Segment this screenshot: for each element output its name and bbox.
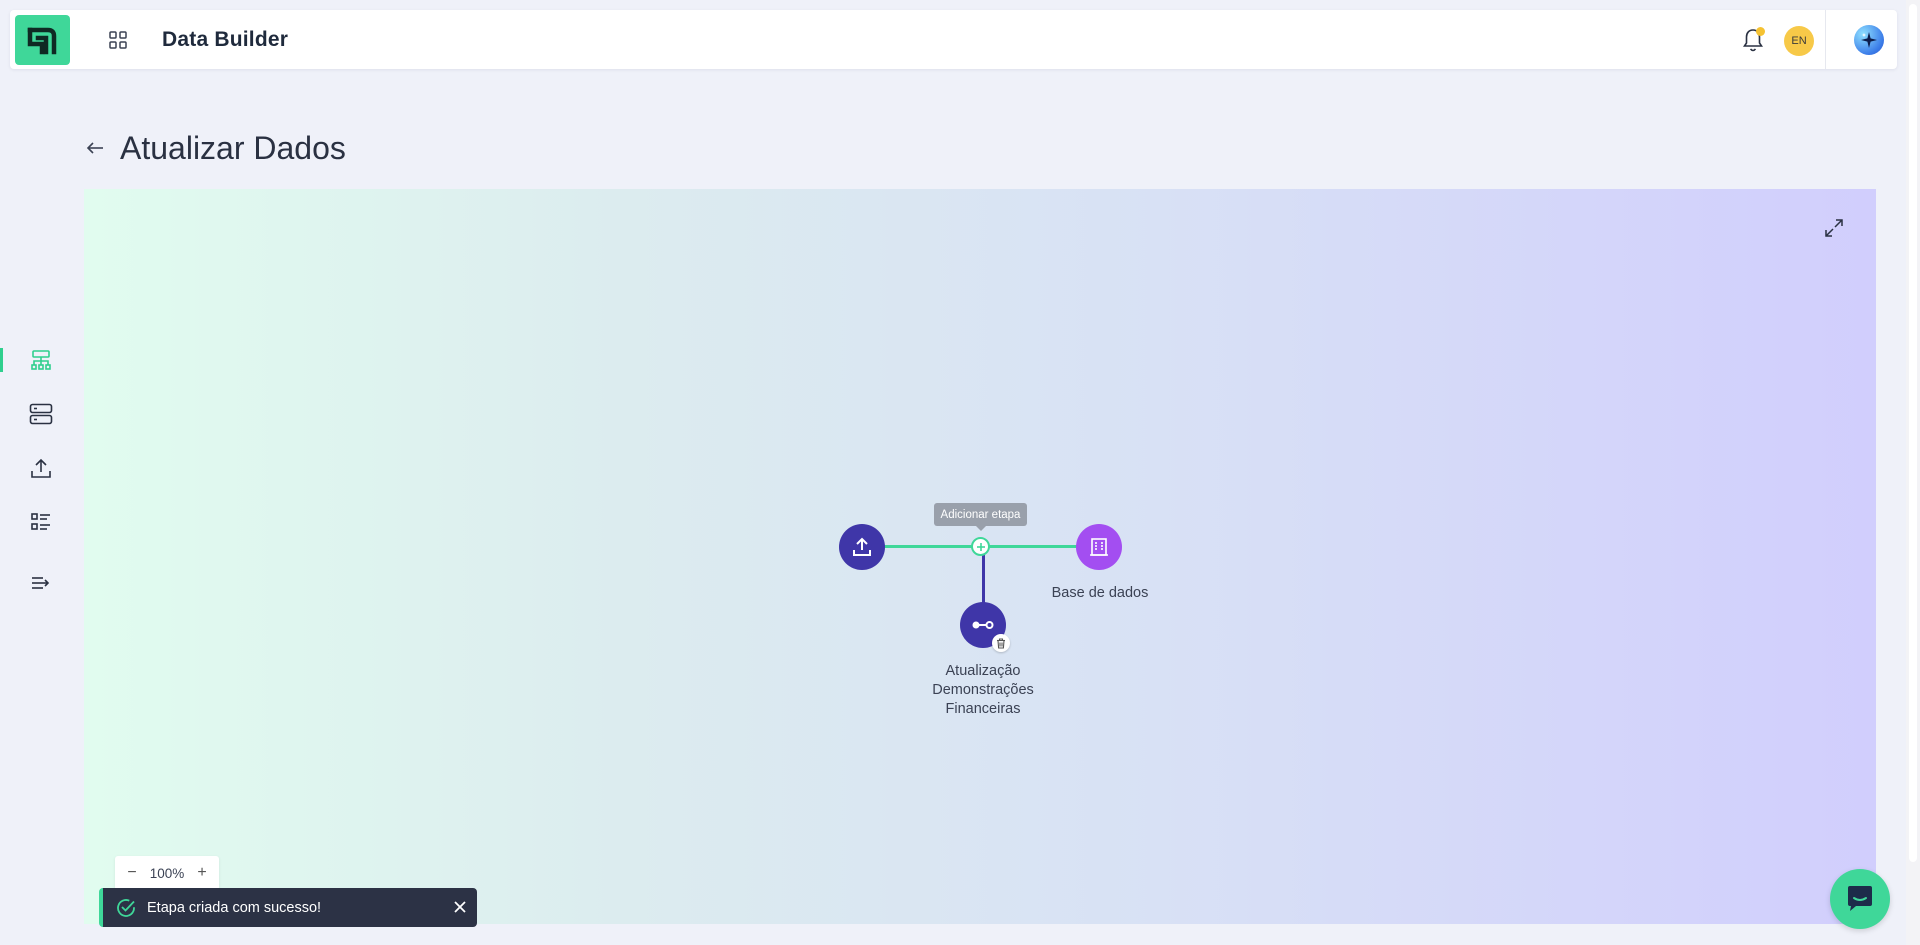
flow-edge-branch [982, 547, 985, 607]
flow-node-source[interactable] [839, 524, 885, 570]
checklist-icon[interactable] [26, 507, 56, 537]
toast-message: Etapa criada com sucesso! [147, 899, 322, 916]
back-arrow-icon[interactable] [84, 137, 106, 159]
chat-icon [1848, 886, 1872, 911]
zoom-in-button[interactable]: + [195, 864, 209, 882]
transform-icon [972, 621, 994, 629]
page-title: Atualizar Dados [120, 130, 346, 166]
add-step-button[interactable] [971, 537, 990, 556]
building-icon [1090, 538, 1108, 556]
header-divider [1825, 10, 1826, 69]
delete-step-button[interactable] [992, 634, 1010, 652]
check-circle-icon [115, 896, 139, 920]
flow-edge-main [884, 545, 1100, 548]
brand-logo-icon[interactable] [15, 15, 70, 65]
scrollbar-thumb[interactable] [1909, 4, 1917, 862]
language-badge[interactable]: EN [1784, 26, 1814, 56]
bell-icon[interactable] [1740, 26, 1766, 54]
zoom-level: 100% [149, 865, 185, 881]
plus-icon [976, 542, 985, 551]
upload-icon [853, 537, 871, 556]
server-icon[interactable] [26, 399, 56, 429]
trash-icon [997, 637, 1005, 649]
upload-icon[interactable] [26, 453, 56, 483]
add-step-tooltip: Adicionar etapa [934, 503, 1027, 531]
notification-dot [1756, 27, 1765, 36]
chat-support-button[interactable] [1830, 869, 1890, 929]
close-icon[interactable] [451, 898, 469, 916]
zoom-control: − 100% + [115, 856, 219, 890]
sparkles-icon[interactable] [1854, 25, 1884, 55]
flow-node-destination-label: Base de dados [1051, 585, 1149, 601]
success-toast: Etapa criada com sucesso! [99, 888, 477, 927]
expand-menu-icon[interactable] [26, 568, 56, 598]
grid-icon[interactable] [106, 28, 130, 52]
app-title: Data Builder [162, 28, 289, 51]
transform-label-line: Atualização [945, 663, 1021, 679]
top-header: Data Builder EN [10, 10, 1897, 69]
zoom-out-button[interactable]: − [125, 864, 139, 882]
transform-label-line: Financeiras [945, 701, 1021, 717]
flow-node-destination[interactable] [1076, 524, 1122, 570]
transform-label-line: Demonstrações [932, 682, 1034, 698]
sitemap-icon[interactable] [26, 345, 56, 375]
sidenav-active-indicator [0, 348, 3, 372]
flow-canvas[interactable] [84, 189, 1876, 924]
flow-node-transform-label: Atualização Demonstrações Financeiras [920, 662, 1046, 719]
fullscreen-icon[interactable] [1824, 218, 1846, 240]
